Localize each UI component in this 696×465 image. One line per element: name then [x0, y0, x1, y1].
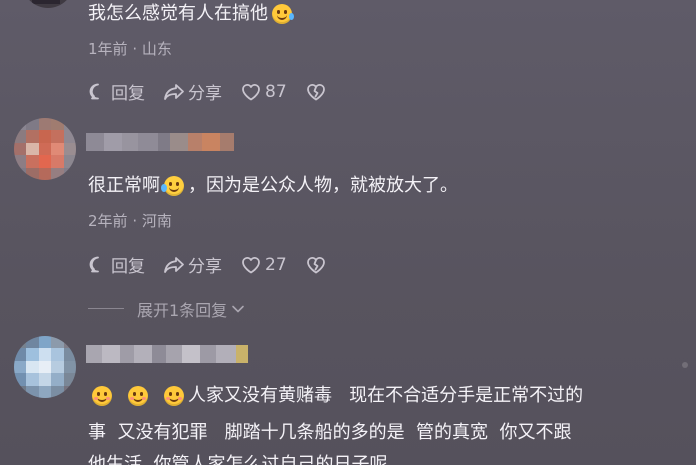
comment-list: 我怎么感觉有人在搞他 1年前 · 山东 回复 分享 87 很正常啊 ，因为是公众…: [0, 0, 696, 465]
comment-text-3-content-3: 他生活 你管人家怎么过自己的日子呢: [88, 454, 388, 465]
expand-replies-label: 展开1条回复: [137, 301, 228, 320]
comment-text-3-line-3: 他生活 你管人家怎么过自己的日子呢: [88, 452, 387, 465]
reply-button[interactable]: 回复: [88, 252, 145, 277]
avatar-comment-3[interactable]: [14, 336, 76, 398]
comment-text-2: 很正常啊 ，因为是公众人物，就被放大了。: [88, 173, 458, 199]
reply-label: 回复: [111, 257, 145, 277]
username-blurred-2[interactable]: [86, 133, 234, 151]
like-count: 27: [265, 254, 287, 275]
reply-button[interactable]: 回复: [88, 79, 145, 104]
reply-bubble-icon: [89, 83, 99, 99]
comment-meta-2: 2年前 · 河南: [88, 210, 172, 231]
comment-text-3-line-2: 事 又没有犯罪 脚踏十几条船的多的是 管的真宽 你又不跟: [88, 420, 572, 446]
share-label: 分享: [188, 257, 222, 277]
share-button[interactable]: 分享: [163, 79, 222, 104]
username-blurred-3[interactable]: [86, 345, 248, 363]
smiling-emoji-icon: [164, 386, 184, 406]
share-arrow-icon: [164, 83, 184, 100]
comment-text-3-content-1: 人家又没有黄赌毒 现在不合适分手是正常不过的: [188, 385, 584, 406]
reply-label: 回复: [111, 84, 145, 104]
smiling-emoji-icon: [128, 386, 148, 406]
chevron-down-icon: [232, 305, 244, 313]
share-label: 分享: [188, 84, 222, 104]
dislike-button[interactable]: [305, 255, 327, 275]
comment-text-1-content: 我怎么感觉有人在搞他: [88, 3, 268, 24]
heart-outline-icon: [242, 83, 260, 100]
comment-meta-1: 1年前 · 山东: [88, 38, 172, 59]
avatar-comment-1[interactable]: [22, 0, 74, 8]
share-arrow-icon: [164, 256, 184, 273]
comment-text-3-line-1: 人家又没有黄赌毒 现在不合适分手是正常不过的: [92, 383, 583, 409]
broken-heart-icon: [306, 83, 325, 100]
broken-heart-icon: [306, 256, 325, 273]
reply-bubble-icon: [89, 256, 99, 272]
like-button[interactable]: 27: [240, 255, 287, 275]
comment-location-2: 河南: [141, 212, 172, 230]
comment-text-2-start: 很正常啊: [88, 175, 160, 196]
scroll-indicator: [682, 362, 688, 368]
meta-separator: ·: [132, 40, 138, 58]
comment-actions-1: 回复 分享 87: [88, 79, 327, 104]
comment-text-2-end: ，因为是公众人物，就被放大了。: [188, 175, 458, 196]
rolling-laughing-emoji-icon: [161, 176, 184, 196]
comment-time-1: 1年前: [88, 40, 128, 58]
comment-actions-2: 回复 分享 27: [88, 252, 327, 277]
heart-outline-icon: [242, 256, 260, 273]
dislike-button[interactable]: [305, 82, 327, 102]
like-count: 87: [265, 81, 287, 102]
meta-separator: ·: [132, 212, 138, 230]
comment-location-1: 山东: [141, 40, 172, 58]
share-button[interactable]: 分享: [163, 252, 222, 277]
comment-text-3-content-2: 事 又没有犯罪 脚踏十几条船的多的是 管的真宽 你又不跟: [88, 422, 572, 443]
like-button[interactable]: 87: [240, 82, 287, 102]
comment-text-1: 我怎么感觉有人在搞他: [88, 1, 294, 27]
expand-divider: [88, 308, 124, 309]
crying-laughing-emoji-icon: [272, 4, 294, 24]
smiling-emoji-icon: [92, 386, 112, 406]
avatar-comment-2[interactable]: [14, 118, 76, 180]
expand-replies-button[interactable]: 展开1条回复: [137, 297, 245, 321]
comment-time-2: 2年前: [88, 212, 128, 230]
